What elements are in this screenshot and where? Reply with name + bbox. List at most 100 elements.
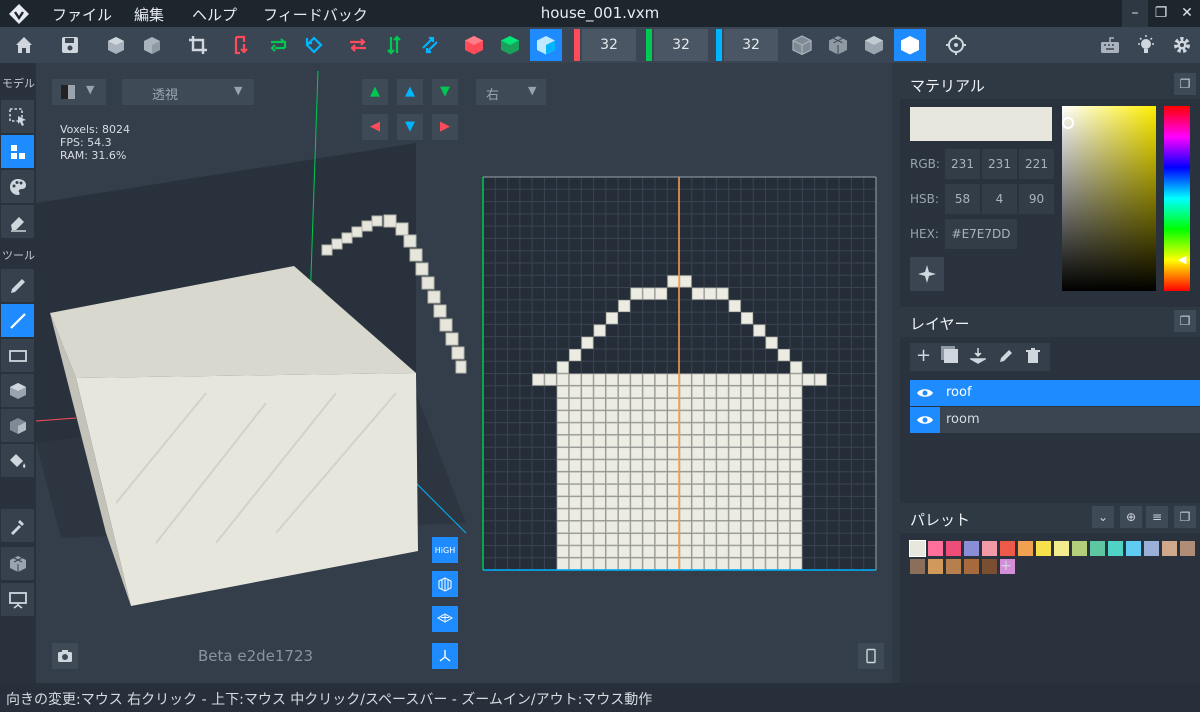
- voxel-cell[interactable]: [667, 275, 680, 288]
- cube-green-icon[interactable]: [494, 29, 526, 61]
- voxel-cell[interactable]: [691, 398, 704, 411]
- voxel-cell[interactable]: [765, 520, 778, 534]
- voxel-cell[interactable]: [618, 422, 631, 435]
- voxel-cell[interactable]: [667, 410, 680, 423]
- voxel-cell[interactable]: [765, 508, 778, 521]
- voxel-cell[interactable]: [556, 435, 569, 448]
- voxel-cell[interactable]: [765, 496, 778, 509]
- voxel-cell[interactable]: [790, 471, 803, 484]
- scene-canvas[interactable]: [36, 63, 892, 683]
- voxel-cell[interactable]: [728, 422, 741, 435]
- voxel-cell[interactable]: [728, 385, 741, 398]
- voxel-cell[interactable]: [642, 508, 655, 521]
- gear-icon[interactable]: [1166, 29, 1198, 61]
- voxel-cell[interactable]: [655, 557, 668, 570]
- camera-icon[interactable]: [52, 643, 78, 669]
- crop-icon[interactable]: [182, 29, 214, 61]
- voxel-cell[interactable]: [556, 471, 569, 484]
- voxel-cell[interactable]: [691, 287, 704, 300]
- voxel-cell[interactable]: [691, 496, 704, 509]
- merge-icon[interactable]: [968, 347, 988, 365]
- voxel-cell[interactable]: [593, 459, 606, 472]
- voxel-cell[interactable]: [777, 349, 790, 362]
- voxel-cell[interactable]: [630, 435, 643, 448]
- voxel-cell[interactable]: [765, 459, 778, 472]
- voxel-cell[interactable]: [642, 520, 655, 534]
- voxel-cell[interactable]: [593, 410, 606, 423]
- voxel-cell[interactable]: [605, 459, 618, 472]
- voxel-cell[interactable]: [569, 459, 582, 472]
- layer-row-room[interactable]: room: [910, 407, 1200, 433]
- voxel-cell[interactable]: [777, 496, 790, 509]
- voxel-cell[interactable]: [716, 496, 729, 509]
- close-icon[interactable]: ✕: [1174, 0, 1200, 27]
- voxel-cell[interactable]: [790, 484, 803, 497]
- voxel-tool-icon[interactable]: [1, 135, 34, 168]
- voxel-cell[interactable]: [667, 533, 680, 546]
- edit-icon[interactable]: [998, 348, 1014, 364]
- voxel-cell[interactable]: [655, 398, 668, 411]
- voxel-cell[interactable]: [728, 557, 741, 570]
- voxel-cell[interactable]: [790, 373, 803, 386]
- voxel-cell[interactable]: [593, 447, 606, 460]
- voxel-cell[interactable]: [741, 312, 754, 325]
- voxel-cell[interactable]: [790, 435, 803, 448]
- saturation-brightness-picker[interactable]: [1062, 106, 1156, 291]
- voxel-cell[interactable]: [569, 422, 582, 435]
- nav-down-green-button[interactable]: ▼: [432, 79, 458, 105]
- voxel-cell[interactable]: [605, 533, 618, 546]
- voxel-cell[interactable]: [765, 398, 778, 411]
- shading-mode-dropdown[interactable]: ▼: [52, 79, 106, 105]
- cube-white-icon[interactable]: [894, 29, 926, 61]
- voxel-cell[interactable]: [667, 508, 680, 521]
- voxel-cell[interactable]: [556, 459, 569, 472]
- voxel-cell[interactable]: [556, 398, 569, 411]
- voxel-cell[interactable]: [679, 447, 692, 460]
- voxel-cell[interactable]: [728, 410, 741, 423]
- palette-swatch[interactable]: [1162, 541, 1177, 556]
- voxel-cell[interactable]: [753, 496, 766, 509]
- voxel-cell[interactable]: [630, 557, 643, 570]
- voxel-cell[interactable]: [569, 410, 582, 423]
- voxel-cell[interactable]: [679, 398, 692, 411]
- voxel-cell[interactable]: [704, 520, 717, 534]
- voxel-cell[interactable]: [790, 496, 803, 509]
- voxel-cell[interactable]: [605, 398, 618, 411]
- voxel-cell[interactable]: [814, 373, 827, 386]
- voxel-cell[interactable]: [593, 520, 606, 534]
- voxel-cell[interactable]: [777, 520, 790, 534]
- voxel-cell[interactable]: [716, 287, 729, 300]
- voxel-cell[interactable]: [753, 545, 766, 558]
- voxel-cell[interactable]: [679, 410, 692, 423]
- voxel-cube-icon[interactable]: [1, 547, 34, 580]
- voxel-cell[interactable]: [667, 484, 680, 497]
- voxel-cell[interactable]: [691, 545, 704, 558]
- voxel-cell[interactable]: [630, 373, 643, 386]
- trash-icon[interactable]: [1026, 348, 1040, 364]
- voxel-cell[interactable]: [753, 398, 766, 411]
- voxel-cell[interactable]: [777, 398, 790, 411]
- voxel-cell[interactable]: [667, 435, 680, 448]
- shape-tool-icon[interactable]: [1, 409, 34, 442]
- voxel-cell[interactable]: [728, 373, 741, 386]
- voxel-cell[interactable]: [777, 545, 790, 558]
- voxel-cell[interactable]: [753, 508, 766, 521]
- voxel-cell[interactable]: [581, 533, 594, 546]
- voxel-cell[interactable]: [593, 398, 606, 411]
- voxel-cell[interactable]: [667, 373, 680, 386]
- voxel-cell[interactable]: [556, 496, 569, 509]
- voxel-cell[interactable]: [667, 385, 680, 398]
- voxel-cell[interactable]: [569, 496, 582, 509]
- voxel-cell[interactable]: [753, 471, 766, 484]
- loop-y-icon[interactable]: [262, 29, 294, 61]
- voxel-cell[interactable]: [642, 545, 655, 558]
- voxel-cell[interactable]: [704, 508, 717, 521]
- voxel-cell[interactable]: [605, 312, 618, 325]
- voxel-cell[interactable]: [618, 484, 631, 497]
- voxel-cell[interactable]: [753, 520, 766, 534]
- voxel-cell[interactable]: [532, 373, 545, 386]
- voxel-cell[interactable]: [667, 557, 680, 570]
- voxel-cell[interactable]: [741, 459, 754, 472]
- voxel-cell[interactable]: [691, 373, 704, 386]
- voxel-cell[interactable]: [704, 545, 717, 558]
